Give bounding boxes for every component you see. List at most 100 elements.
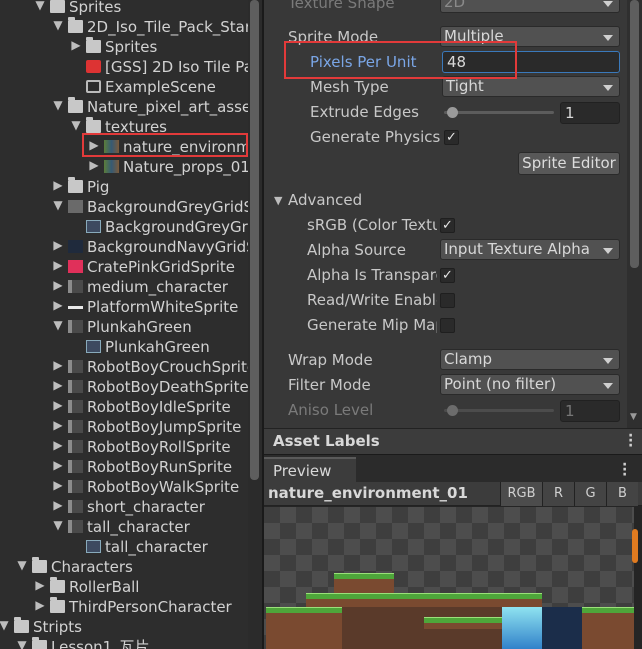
channel-b-button[interactable]: B	[606, 482, 638, 506]
preview-menu-icon[interactable]: · · ·	[622, 458, 627, 482]
tree-item[interactable]: ▼ Characters	[0, 557, 248, 577]
read-write-checkbox[interactable]	[440, 293, 455, 308]
tree-item[interactable]: ▶ Nature_props_01	[0, 157, 248, 177]
asset-labels-section[interactable]: Asset Labels · · ·	[264, 428, 642, 454]
chevron-down-icon[interactable]: ▼	[16, 638, 28, 649]
tree-item[interactable]: ▶ CratePinkGridSprite	[0, 257, 248, 277]
tree-item-label: PlunkahGreen	[105, 338, 210, 356]
chevron-right-icon[interactable]: ▶	[70, 38, 82, 52]
inspector-scrollbar-thumb[interactable]	[630, 0, 639, 268]
tree-item[interactable]: ▶ ThirdPersonCharacter	[0, 597, 248, 617]
texture-shape-dropdown[interactable]: 2D	[440, 0, 620, 13]
tree-item[interactable]: ▶ Pig	[0, 177, 248, 197]
tree-item-label: Stripts	[33, 618, 82, 636]
tree-item[interactable]: ▼ BackgroundGreyGridSprite	[0, 197, 248, 217]
chevron-right-icon[interactable]: ▶	[34, 578, 46, 592]
tree-item[interactable]: ▶ RobotBoyDeathSprite	[0, 377, 248, 397]
tree-item[interactable]: ▶ RobotBoyIdleSprite	[0, 397, 248, 417]
tree-item-label: PlatformWhiteSprite	[87, 298, 239, 316]
tree-item[interactable]: ▼ Sprites	[0, 0, 248, 17]
sprite-editor-button[interactable]: Sprite Editor	[518, 152, 620, 175]
tree-item[interactable]: ▶ RobotBoyWalkSprite	[0, 477, 248, 497]
tree-item[interactable]: ▶ RobotBoyRollSprite	[0, 437, 248, 457]
chevron-right-icon[interactable]: ▶	[52, 458, 64, 472]
tab-preview[interactable]: Preview	[264, 457, 356, 482]
pdf-icon	[86, 60, 101, 73]
tree-item[interactable]: ▶ RollerBall	[0, 577, 248, 597]
tree-item[interactable]: ▶ Sprites	[0, 37, 248, 57]
tree-item[interactable]: PlunkahGreen	[0, 337, 248, 357]
chevron-down-icon[interactable]: ▼	[52, 318, 64, 332]
tree-scrollbar-thumb[interactable]	[250, 0, 259, 480]
chevron-down-icon[interactable]: ▼	[52, 518, 64, 532]
chevron-right-icon[interactable]: ▶	[52, 478, 64, 492]
tree-item[interactable]: tall_character	[0, 537, 248, 557]
tree-item-label: PlunkahGreen	[87, 318, 192, 336]
chevron-right-icon[interactable]: ▶	[52, 258, 64, 272]
tree-item[interactable]: ▼ Lesson1_瓦片	[0, 637, 248, 649]
tree-item[interactable]: ▼ Stripts	[0, 617, 248, 637]
asset-labels-menu-icon[interactable]: · · ·	[628, 429, 633, 453]
channel-r-button[interactable]: R	[542, 482, 574, 506]
chevron-down-icon[interactable]: ▼	[34, 0, 46, 12]
tree-item[interactable]: ▶ BackgroundNavyGridSprite	[0, 237, 248, 257]
tree-item[interactable]: ▼ PlunkahGreen	[0, 317, 248, 337]
generate-mip-maps-checkbox[interactable]	[440, 318, 455, 333]
tree-item[interactable]: ▶ RobotBoyRunSprite	[0, 457, 248, 477]
chevron-right-icon[interactable]: ▶	[52, 178, 64, 192]
chevron-down-icon[interactable]: ▼	[52, 18, 64, 32]
tree-item[interactable]: ▼ tall_character	[0, 517, 248, 537]
tree-item[interactable]: ExampleScene	[0, 77, 248, 97]
preview-tile	[334, 573, 394, 593]
wrap-mode-dropdown[interactable]: Clamp	[440, 349, 620, 370]
texture-icon	[68, 520, 83, 533]
chevron-down-icon[interactable]: ▼	[70, 118, 82, 132]
texture-icon	[68, 440, 83, 453]
tree-item[interactable]: ▶ RobotBoyCrouchSprite	[0, 357, 248, 377]
tree-item[interactable]: ▶ PlatformWhiteSprite	[0, 297, 248, 317]
chevron-down-icon[interactable]: ▼	[52, 98, 64, 112]
alpha-is-transparency-checkbox[interactable]: ✓	[440, 268, 455, 283]
tree-item[interactable]: [GSS] 2D Iso Tile Pa	[0, 57, 248, 77]
mesh-type-dropdown[interactable]: Tight	[442, 76, 620, 97]
alpha-source-dropdown[interactable]: Input Texture Alpha	[440, 239, 620, 260]
tree-item[interactable]: BackgroundGreyGridSprite	[0, 217, 248, 237]
advanced-foldout-label[interactable]: Advanced	[288, 189, 362, 211]
tree-item-label: RobotBoyRollSprite	[87, 438, 231, 456]
chevron-right-icon[interactable]: ▶	[52, 438, 64, 452]
chevron-right-icon[interactable]: ▶	[52, 398, 64, 412]
channel-g-button[interactable]: G	[574, 482, 606, 506]
chevron-right-icon[interactable]: ▶	[52, 498, 64, 512]
chevron-down-icon[interactable]: ▼	[16, 558, 28, 572]
chevron-right-icon[interactable]: ▶	[52, 298, 64, 312]
extrude-edges-slider-track[interactable]	[444, 111, 554, 114]
advanced-foldout-arrow-icon[interactable]: ▼	[274, 194, 282, 207]
chevron-right-icon[interactable]: ▶	[52, 358, 64, 372]
scroll-down-arrow-icon[interactable]: ▼	[630, 412, 639, 422]
tree-item[interactable]: ▶ RobotBoyJumpSprite	[0, 417, 248, 437]
chevron-down-icon[interactable]: ▼	[52, 198, 64, 212]
texture-shape-label: Texture Shape	[288, 0, 395, 12]
chevron-right-icon[interactable]: ▶	[34, 598, 46, 612]
chevron-down-icon	[603, 358, 613, 364]
channel-rgb-button[interactable]: RGB	[500, 482, 542, 506]
tree-item[interactable]: ▶ short_character	[0, 497, 248, 517]
extrude-edges-slider-knob[interactable]	[447, 107, 458, 118]
tree-item[interactable]: ▶ medium_character	[0, 277, 248, 297]
tree-item[interactable]: ▼ 2D_Iso_Tile_Pack_Star	[0, 17, 248, 37]
tree-item[interactable]: ▼ Nature_pixel_art_asset	[0, 97, 248, 117]
chevron-right-icon[interactable]: ▶	[88, 158, 100, 172]
chevron-right-icon[interactable]: ▶	[52, 238, 64, 252]
preview-scrollbar-thumb[interactable]	[632, 529, 638, 563]
chevron-right-icon[interactable]: ▶	[52, 418, 64, 432]
selection-highlight-box	[82, 133, 248, 157]
chevron-right-icon[interactable]: ▶	[52, 278, 64, 292]
chevron-right-icon[interactable]: ▶	[52, 378, 64, 392]
generate-mip-maps-label: Generate Mip Map	[307, 316, 437, 334]
sprite-icon	[86, 540, 101, 553]
extrude-edges-field[interactable]: 1	[560, 102, 620, 124]
filter-mode-dropdown[interactable]: Point (no filter)	[440, 374, 620, 395]
chevron-down-icon[interactable]: ▼	[0, 618, 10, 632]
generate-physics-checkbox[interactable]: ✓	[444, 130, 459, 145]
srgb-checkbox[interactable]: ✓	[440, 218, 455, 233]
